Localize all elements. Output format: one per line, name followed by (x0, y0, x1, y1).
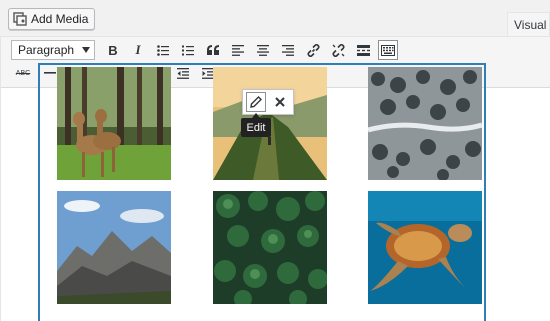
align-right-button[interactable] (278, 40, 298, 60)
add-media-button[interactable]: Add Media (8, 8, 96, 30)
gallery-image-deer[interactable] (57, 67, 171, 180)
numbered-list-button[interactable] (178, 40, 198, 60)
align-right-icon (282, 44, 294, 56)
deer-in-forest-image (57, 67, 171, 180)
align-center-button[interactable] (253, 40, 273, 60)
gallery-image-snowy-forest[interactable] (368, 67, 482, 180)
numbered-list-icon (182, 45, 194, 55)
blockquote-icon (207, 45, 219, 55)
read-more-icon (356, 44, 370, 56)
snowy-forest-road-image (368, 67, 482, 180)
bulleted-list-icon (157, 44, 169, 56)
unlink-button[interactable] (328, 40, 348, 60)
edit-gallery-button[interactable] (246, 92, 266, 112)
toolbar-row-1: Paragraph B I (11, 39, 403, 61)
format-select[interactable]: Paragraph (11, 40, 95, 60)
italic-button[interactable]: I (128, 40, 148, 60)
editor-header: Add Media Visual (0, 0, 550, 36)
media-icon (13, 12, 27, 26)
bold-button[interactable]: B (103, 40, 123, 60)
tab-visual[interactable]: Visual (507, 12, 550, 36)
forest-canopy-image (213, 191, 327, 304)
align-center-icon (257, 44, 269, 56)
toolbar-toggle-icon (381, 44, 395, 56)
strikethrough-icon: ABC (15, 69, 31, 77)
rocky-mountains-image (57, 191, 171, 304)
link-button[interactable] (303, 40, 323, 60)
sea-turtle-image (368, 191, 482, 304)
italic-icon: I (135, 42, 141, 57)
add-media-label: Add Media (31, 12, 89, 26)
gallery-floating-toolbar (242, 89, 294, 115)
bulleted-list-button[interactable] (153, 40, 173, 60)
toolbar-toggle-button[interactable] (378, 40, 398, 60)
gallery-image-sea-turtle[interactable] (368, 191, 482, 304)
unlink-icon (331, 43, 345, 57)
bold-icon: B (108, 42, 118, 58)
blockquote-button[interactable] (203, 40, 223, 60)
edit-tooltip: Edit (241, 113, 271, 137)
close-icon (275, 97, 285, 107)
remove-gallery-button[interactable] (270, 92, 290, 112)
read-more-button[interactable] (353, 40, 373, 60)
align-left-button[interactable] (228, 40, 248, 60)
gallery-image-mountains[interactable] (57, 191, 171, 304)
align-left-icon (232, 44, 244, 56)
strikethrough-button[interactable]: ABC (11, 63, 35, 83)
link-icon (306, 43, 320, 57)
chevron-down-icon (82, 47, 90, 53)
format-select-value: Paragraph (18, 43, 75, 57)
pencil-icon (250, 96, 262, 108)
gallery-image-forest-canopy[interactable] (213, 191, 327, 304)
